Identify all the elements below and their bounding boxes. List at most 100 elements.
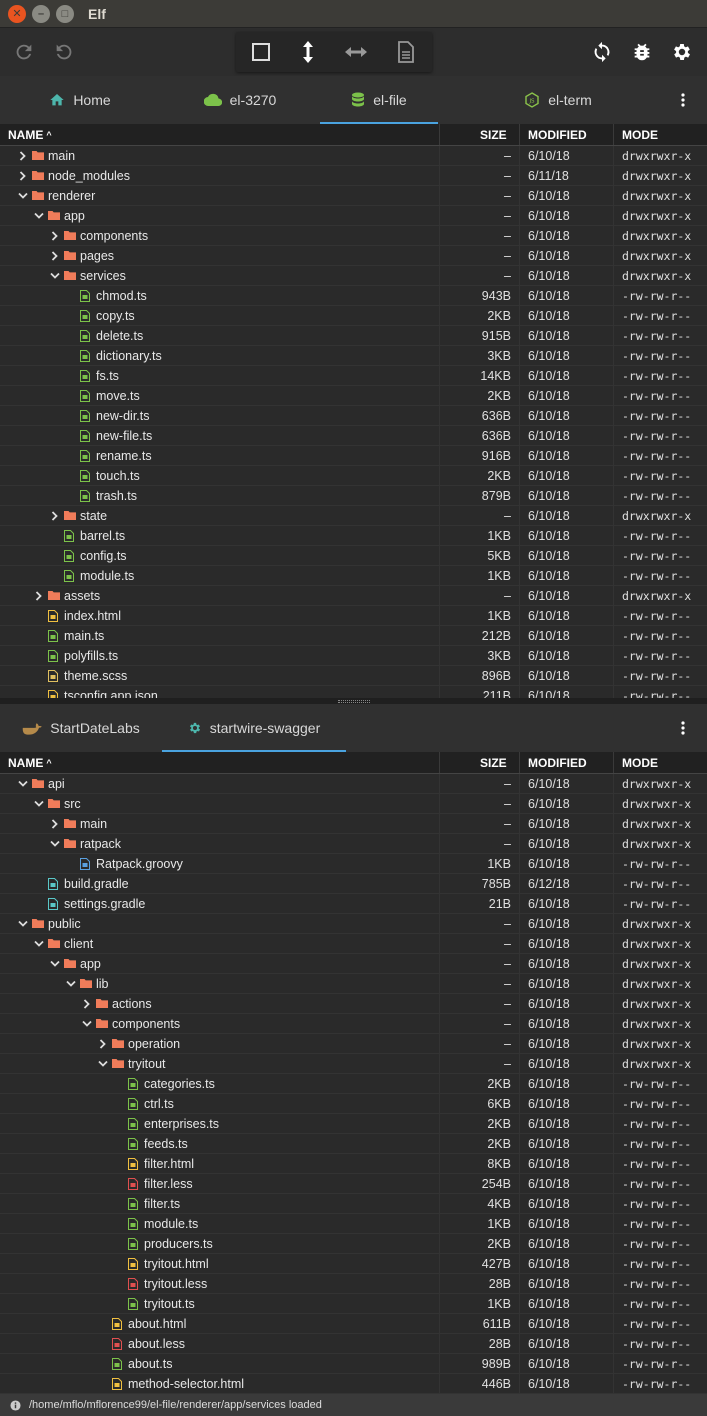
table-row[interactable]: src –6/10/18 drwxrwxr-x (0, 794, 707, 814)
table-row[interactable]: settings.gradle 21B 6/10/18 -rw-rw-r-- (0, 894, 707, 914)
tab-startwire-swagger[interactable]: startwire-swagger (162, 704, 346, 752)
chevron-right-icon[interactable] (34, 590, 44, 601)
table-row[interactable]: tryitout –6/10/18 drwxrwxr-x (0, 1054, 707, 1074)
tab-startdatelabs[interactable]: StartDateLabs (0, 704, 162, 752)
table-row[interactable]: tryitout.less 28B 6/10/18 -rw-rw-r-- (0, 1274, 707, 1294)
table-row[interactable]: api –6/10/18 drwxrwxr-x (0, 774, 707, 794)
table-row[interactable]: ratpack –6/10/18 drwxrwxr-x (0, 834, 707, 854)
table-row[interactable]: actions –6/10/18 drwxrwxr-x (0, 994, 707, 1014)
chevron-down-icon[interactable] (98, 1059, 108, 1069)
chevron-down-icon[interactable] (34, 211, 44, 221)
table-row[interactable]: copy.ts 2KB 6/10/18 -rw-rw-r-- (0, 306, 707, 326)
chevron-down-icon[interactable] (50, 839, 60, 849)
chevron-down-icon[interactable] (50, 271, 60, 281)
table-row[interactable]: chmod.ts 943B 6/10/18 -rw-rw-r-- (0, 286, 707, 306)
top-tabs-more-button[interactable] (659, 76, 707, 124)
table-row[interactable]: about.ts 989B 6/10/18 -rw-rw-r-- (0, 1354, 707, 1374)
table-row[interactable]: new-file.ts 636B 6/10/18 -rw-rw-r-- (0, 426, 707, 446)
table-row[interactable]: module.ts 1KB 6/10/18 -rw-rw-r-- (0, 1214, 707, 1234)
table-row[interactable]: filter.ts 4KB 6/10/18 -rw-rw-r-- (0, 1194, 707, 1214)
table-row[interactable]: fs.ts 14KB 6/10/18 -rw-rw-r-- (0, 366, 707, 386)
table-row[interactable]: tryitout.html 427B 6/10/18 -rw-rw-r-- (0, 1254, 707, 1274)
chevron-down-icon[interactable] (82, 1019, 92, 1029)
table-row[interactable]: tryitout.ts 1KB 6/10/18 -rw-rw-r-- (0, 1294, 707, 1314)
table-row[interactable]: state –6/10/18 drwxrwxr-x (0, 506, 707, 526)
table-row[interactable]: Ratpack.groovy 1KB 6/10/18 -rw-rw-r-- (0, 854, 707, 874)
settings-button[interactable] (662, 28, 702, 76)
chevron-down-icon[interactable] (66, 979, 76, 989)
table-row[interactable]: method-selector.html 446B 6/10/18 -rw-rw-r-… (0, 1374, 707, 1394)
table-row[interactable]: main –6/10/18 drwxrwxr-x (0, 146, 707, 166)
chevron-right-icon[interactable] (50, 510, 60, 521)
column-modified[interactable]: MODIFIED (520, 124, 614, 145)
view-single-button[interactable] (241, 28, 281, 76)
column-name[interactable]: NAME ^ (0, 124, 440, 145)
table-row[interactable]: new-dir.ts 636B 6/10/18 -rw-rw-r-- (0, 406, 707, 426)
table-row[interactable]: move.ts 2KB 6/10/18 -rw-rw-r-- (0, 386, 707, 406)
table-row[interactable]: app –6/10/18 drwxrwxr-x (0, 954, 707, 974)
split-horizontal-button[interactable] (336, 28, 376, 76)
table-row[interactable]: pages –6/10/18 drwxrwxr-x (0, 246, 707, 266)
table-row[interactable]: feeds.ts 2KB 6/10/18 -rw-rw-r-- (0, 1134, 707, 1154)
table-row[interactable]: theme.scss 896B 6/10/18 -rw-rw-r-- (0, 666, 707, 686)
chevron-right-icon[interactable] (18, 170, 28, 181)
undo-button[interactable] (44, 28, 84, 76)
split-vertical-button[interactable] (288, 28, 328, 76)
chevron-down-icon[interactable] (18, 191, 28, 201)
table-row[interactable]: main –6/10/18 drwxrwxr-x (0, 814, 707, 834)
chevron-right-icon[interactable] (50, 818, 60, 829)
column-name[interactable]: NAME ^ (0, 752, 440, 773)
table-row[interactable]: app –6/10/18 drwxrwxr-x (0, 206, 707, 226)
table-row[interactable]: client –6/10/18 drwxrwxr-x (0, 934, 707, 954)
table-row[interactable]: operation –6/10/18 drwxrwxr-x (0, 1034, 707, 1054)
table-row[interactable]: renderer –6/10/18 drwxrwxr-x (0, 186, 707, 206)
table-row[interactable]: components –6/10/18 drwxrwxr-x (0, 1014, 707, 1034)
chevron-down-icon[interactable] (34, 799, 44, 809)
chevron-down-icon[interactable] (18, 779, 28, 789)
bottom-tabs-more-button[interactable] (659, 704, 707, 752)
chevron-down-icon[interactable] (18, 919, 28, 929)
table-row[interactable]: build.gradle 785B 6/12/18 -rw-rw-r-- (0, 874, 707, 894)
table-row[interactable]: assets –6/10/18 drwxrwxr-x (0, 586, 707, 606)
table-row[interactable]: module.ts 1KB 6/10/18 -rw-rw-r-- (0, 566, 707, 586)
table-row[interactable]: main.ts 212B 6/10/18 -rw-rw-r-- (0, 626, 707, 646)
table-row[interactable]: node_modules –6/11/18 drwxrwxr-x (0, 166, 707, 186)
chevron-right-icon[interactable] (50, 250, 60, 261)
redo-button[interactable] (4, 28, 44, 76)
table-row[interactable]: barrel.ts 1KB 6/10/18 -rw-rw-r-- (0, 526, 707, 546)
debug-button[interactable] (622, 28, 662, 76)
table-row[interactable]: ctrl.ts 6KB 6/10/18 -rw-rw-r-- (0, 1094, 707, 1114)
tab-home[interactable]: Home (0, 76, 160, 124)
tab-el-term[interactable]: JS el-term (438, 76, 678, 124)
table-row[interactable]: trash.ts 879B 6/10/18 -rw-rw-r-- (0, 486, 707, 506)
column-mode[interactable]: MODE (614, 752, 707, 773)
table-row[interactable]: polyfills.ts 3KB 6/10/18 -rw-rw-r-- (0, 646, 707, 666)
refresh-button[interactable] (582, 28, 622, 76)
window-close-button[interactable]: ✕ (8, 4, 26, 23)
table-row[interactable]: tsconfig.app.json 211B 6/10/18 -rw-rw-r-- (0, 686, 707, 698)
table-row[interactable]: index.html 1KB 6/10/18 -rw-rw-r-- (0, 606, 707, 626)
table-row[interactable]: config.ts 5KB 6/10/18 -rw-rw-r-- (0, 546, 707, 566)
table-row[interactable]: about.html 611B 6/10/18 -rw-rw-r-- (0, 1314, 707, 1334)
column-size[interactable]: SIZE (440, 752, 520, 773)
table-row[interactable]: about.less 28B 6/10/18 -rw-rw-r-- (0, 1334, 707, 1354)
window-maximize-button[interactable]: □ (56, 4, 74, 23)
chevron-down-icon[interactable] (50, 959, 60, 969)
column-modified[interactable]: MODIFIED (520, 752, 614, 773)
chevron-right-icon[interactable] (82, 998, 92, 1009)
table-row[interactable]: public –6/10/18 drwxrwxr-x (0, 914, 707, 934)
tab-el-file[interactable]: el-file (320, 76, 438, 124)
table-row[interactable]: filter.less 254B 6/10/18 -rw-rw-r-- (0, 1174, 707, 1194)
tab-el-3270[interactable]: el-3270 (160, 76, 320, 124)
table-row[interactable]: filter.html 8KB 6/10/18 -rw-rw-r-- (0, 1154, 707, 1174)
table-row[interactable]: producers.ts 2KB 6/10/18 -rw-rw-r-- (0, 1234, 707, 1254)
table-row[interactable]: dictionary.ts 3KB 6/10/18 -rw-rw-r-- (0, 346, 707, 366)
table-row[interactable]: services –6/10/18 drwxrwxr-x (0, 266, 707, 286)
document-view-button[interactable] (386, 28, 426, 76)
table-row[interactable]: delete.ts 915B 6/10/18 -rw-rw-r-- (0, 326, 707, 346)
chevron-down-icon[interactable] (34, 939, 44, 949)
column-size[interactable]: SIZE (440, 124, 520, 145)
column-mode[interactable]: MODE (614, 124, 707, 145)
table-row[interactable]: components –6/10/18 drwxrwxr-x (0, 226, 707, 246)
window-minimize-button[interactable]: – (32, 4, 50, 23)
